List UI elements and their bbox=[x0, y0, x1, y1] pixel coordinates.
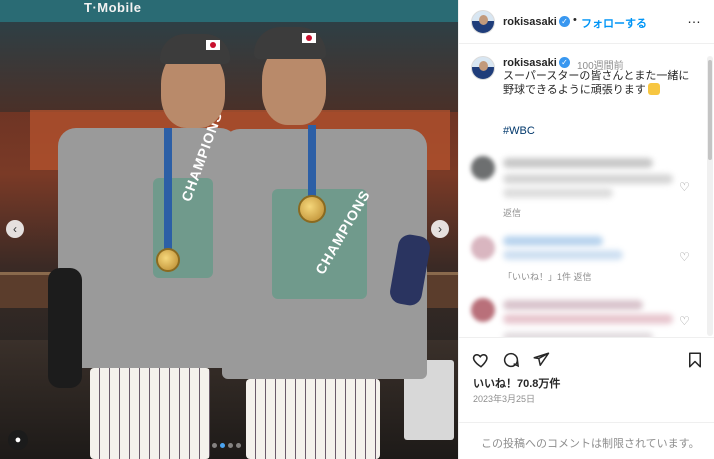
carousel-dot[interactable] bbox=[236, 443, 241, 448]
comments-restricted-text: この投稿へのコメントは制限されています。 bbox=[481, 438, 700, 450]
post-photo[interactable]: T·Mobile CHAMPIONS CHAMPIONS ‹ › ● bbox=[0, 0, 458, 459]
verified-icon: ✓ bbox=[559, 16, 570, 27]
gold-medal bbox=[298, 195, 326, 223]
blurred-comment-text bbox=[503, 250, 623, 260]
scrollbar-thumb[interactable] bbox=[708, 60, 712, 160]
bookmark-icon[interactable] bbox=[685, 350, 705, 370]
comment-avatar[interactable] bbox=[471, 298, 495, 322]
blurred-comment-text bbox=[503, 174, 673, 184]
carousel-dots bbox=[212, 443, 241, 448]
caption-text: スーパースターの皆さんとまた一緒に野球できるように頑張ります bbox=[503, 69, 699, 97]
share-icon[interactable] bbox=[531, 350, 551, 370]
carousel-next-button[interactable]: › bbox=[431, 220, 449, 238]
blurred-comment-text bbox=[503, 236, 603, 246]
player-right-cap bbox=[254, 27, 326, 59]
blurred-comment-text bbox=[503, 188, 613, 198]
comments-restricted: この投稿へのコメントは制限されています。 bbox=[459, 422, 714, 459]
user-tag-icon: ● bbox=[14, 434, 22, 446]
player-left-pants bbox=[90, 368, 210, 459]
stadium-banner: T·Mobile bbox=[0, 0, 458, 22]
player-right: CHAMPIONS bbox=[222, 25, 432, 459]
ellipsis-icon[interactable]: … bbox=[687, 10, 702, 26]
heart-icon[interactable]: ♡ bbox=[679, 180, 690, 194]
medal-ribbon bbox=[308, 125, 316, 197]
avatar[interactable] bbox=[471, 10, 495, 34]
post-sidebar: rokisasaki ✓ • フォローする … rokisasaki ✓ 100… bbox=[458, 0, 714, 459]
blurred-comment-text bbox=[503, 300, 643, 310]
heart-icon[interactable]: ♡ bbox=[679, 250, 690, 264]
username-link[interactable]: rokisasaki bbox=[503, 16, 557, 28]
post-actions: いいね！70.8万件 2023年3月25日 この投稿へのコメントは制限されていま… bbox=[459, 337, 714, 459]
player-left-arm bbox=[48, 268, 82, 388]
separator-dot: • bbox=[573, 14, 577, 26]
player-right-pants bbox=[246, 379, 380, 459]
heart-icon[interactable] bbox=[471, 350, 491, 370]
comment-reply[interactable]: 返信 bbox=[503, 206, 521, 219]
avatar[interactable] bbox=[471, 56, 495, 80]
carousel-dot[interactable] bbox=[228, 443, 233, 448]
player-left: CHAMPIONS bbox=[48, 28, 248, 459]
player-left-cap bbox=[160, 34, 230, 64]
comments-scrollbar[interactable] bbox=[707, 56, 713, 336]
flexed-biceps-icon bbox=[647, 83, 660, 95]
post-header: rokisasaki ✓ • フォローする … bbox=[459, 0, 714, 44]
comment-avatar[interactable] bbox=[471, 236, 495, 260]
caption-username[interactable]: rokisasaki bbox=[503, 57, 557, 69]
blurred-comment-text bbox=[503, 314, 673, 324]
chevron-right-icon: › bbox=[438, 222, 442, 236]
blurred-comment-text bbox=[503, 158, 653, 168]
user-tag-button[interactable]: ● bbox=[8, 430, 28, 450]
follow-button[interactable]: フォローする bbox=[581, 15, 647, 31]
carousel-dot[interactable] bbox=[212, 443, 217, 448]
gold-medal bbox=[156, 248, 180, 272]
comment-icon[interactable] bbox=[501, 350, 521, 370]
cap-flag-icon bbox=[302, 33, 316, 43]
post-date: 2023年3月25日 bbox=[473, 394, 536, 404]
player-left-shirt: CHAMPIONS bbox=[58, 109, 238, 368]
medal-ribbon bbox=[164, 128, 172, 250]
comment-meta[interactable]: 「いいね！」1件 返信 bbox=[503, 270, 592, 283]
verified-icon: ✓ bbox=[559, 57, 570, 68]
banner-text: T·Mobile bbox=[84, 0, 142, 15]
hashtag-link[interactable]: #WBC bbox=[503, 125, 535, 137]
chevron-left-icon: ‹ bbox=[13, 222, 17, 236]
carousel-prev-button[interactable]: ‹ bbox=[6, 220, 24, 238]
caption-body: スーパースターの皆さんとまた一緒に野球できるように頑張ります bbox=[503, 70, 690, 96]
like-count[interactable]: いいね！70.8万件 bbox=[473, 375, 560, 391]
comment-avatar[interactable] bbox=[471, 156, 495, 180]
heart-icon[interactable]: ♡ bbox=[679, 314, 690, 328]
cap-flag-icon bbox=[206, 40, 220, 50]
carousel-dot[interactable] bbox=[220, 443, 225, 448]
